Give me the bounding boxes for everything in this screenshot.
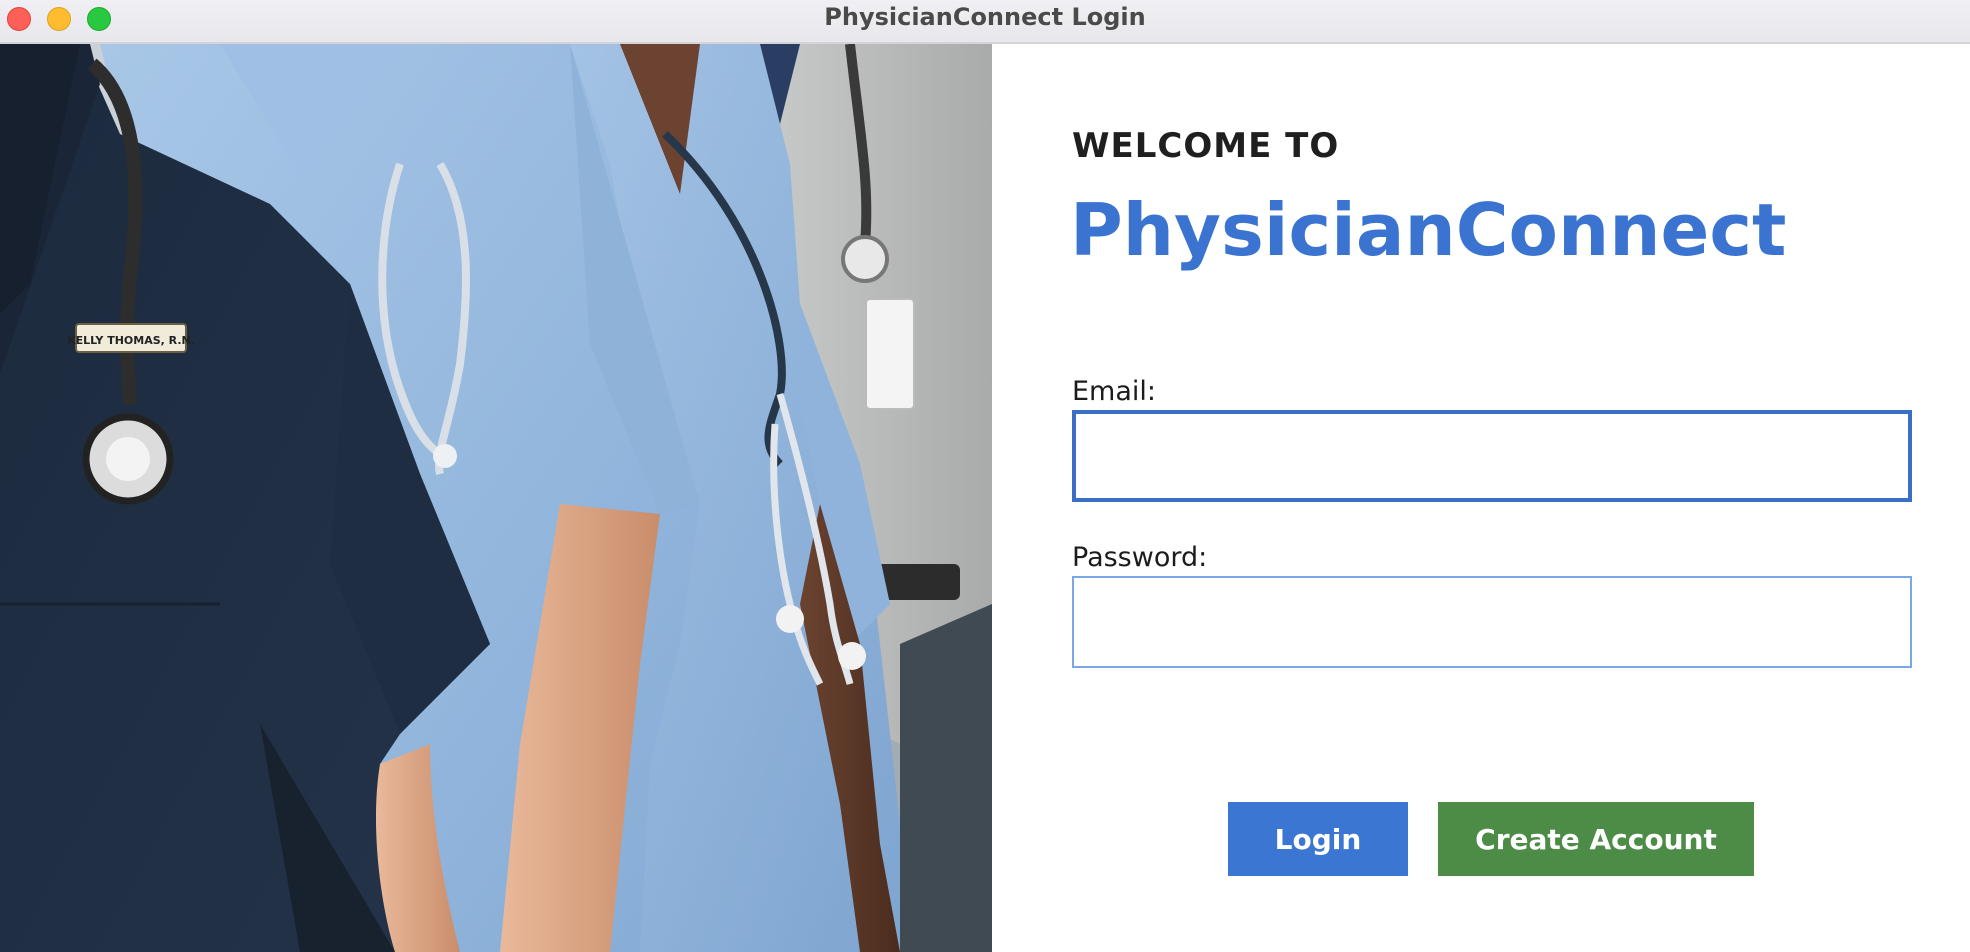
name-badge-text: KELLY THOMAS, R.N. [67, 334, 195, 347]
login-window: PhysicianConnect Login KELLY THOMAS, R.N… [0, 0, 1970, 952]
welcome-heading: WELCOME TO [1072, 126, 1340, 166]
password-input[interactable] [1072, 576, 1912, 668]
login-button[interactable]: Login [1228, 802, 1408, 876]
login-form-panel: WELCOME TO PhysicianConnect Email: Passw… [992, 44, 1970, 952]
email-input[interactable] [1072, 410, 1912, 502]
email-label: Email: [1072, 376, 1157, 407]
create-account-button[interactable]: Create Account [1438, 802, 1754, 876]
password-label: Password: [1072, 542, 1208, 573]
window-title: PhysicianConnect Login [824, 3, 1146, 31]
medical-staff-photo: KELLY THOMAS, R.N. [0, 44, 992, 952]
brand-title: PhysicianConnect [1070, 188, 1787, 272]
medical-staff-illustration: KELLY THOMAS, R.N. [0, 44, 992, 952]
title-bar[interactable]: PhysicianConnect Login [0, 0, 1970, 44]
